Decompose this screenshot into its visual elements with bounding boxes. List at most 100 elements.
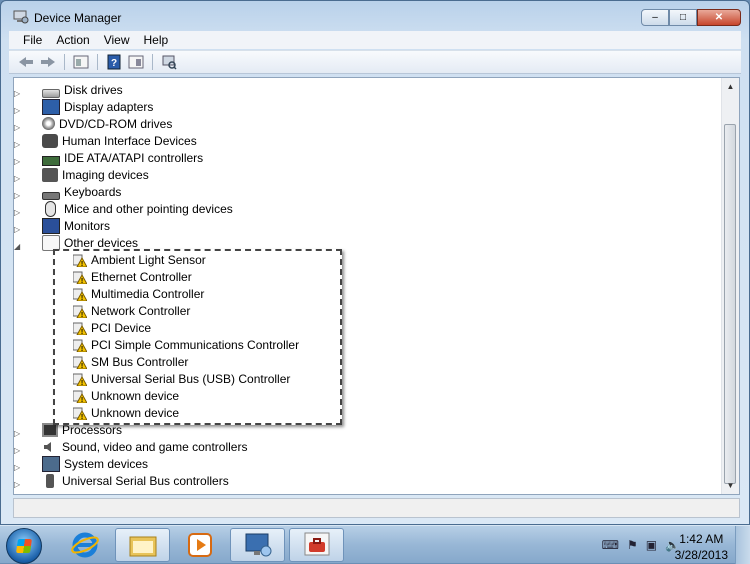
scroll-up-arrow-icon[interactable]: ▲	[722, 78, 739, 95]
expand-chevron-icon[interactable]: ▷	[14, 225, 22, 234]
processor-icon	[42, 422, 58, 437]
start-button[interactable]	[6, 528, 42, 564]
tree-item-sound-controllers[interactable]: ▷ Sound, video and game controllers	[14, 438, 247, 456]
tree-item-monitors[interactable]: ▷ Monitors	[14, 217, 110, 234]
caption-buttons: – □ ✕	[641, 9, 741, 26]
svg-text:!: !	[81, 295, 83, 301]
remote-desktop-icon[interactable]	[230, 528, 285, 562]
toolbox-icon[interactable]	[289, 528, 344, 562]
tree-child-device[interactable]: ! Unknown device	[73, 404, 179, 421]
ide-controller-icon	[42, 155, 60, 166]
taskbar-clock[interactable]: 1:42 AM 3/28/2013	[675, 531, 728, 563]
windows-logo-icon	[16, 539, 32, 553]
tree-item-label: Display adapters	[64, 99, 154, 114]
tree-item-dvd-drives[interactable]: ▷ DVD/CD-ROM drives	[14, 115, 173, 133]
tree-item-label: Mice and other pointing devices	[64, 201, 233, 216]
scrollbar-thumb[interactable]	[724, 124, 736, 484]
toolbar-separator	[97, 54, 98, 70]
tree-item-processors[interactable]: ▷ Processors	[14, 421, 122, 438]
network-icon[interactable]: ▣	[646, 538, 657, 552]
device-tree: ▷ Disk drives ▷ Display adapters ▷ DVD/C…	[14, 78, 724, 494]
menu-file[interactable]: File	[9, 33, 50, 47]
svg-text:!: !	[81, 363, 83, 369]
svg-text:!: !	[81, 380, 83, 386]
svg-text:!: !	[81, 261, 83, 267]
tree-item-keyboards[interactable]: ▷ Keyboards	[14, 183, 121, 201]
warning-device-icon: !	[73, 254, 87, 267]
internet-explorer-icon[interactable]	[57, 528, 112, 562]
expand-chevron-icon[interactable]: ▷	[14, 191, 22, 200]
explorer-icon[interactable]	[115, 528, 170, 562]
scan-hardware-icon[interactable]	[160, 53, 178, 71]
tree-child-device[interactable]: ! Ethernet Controller	[73, 268, 192, 285]
tree-item-label: Ambient Light Sensor	[91, 252, 206, 267]
tree-item-usb-controllers[interactable]: ▷ Universal Serial Bus controllers	[14, 472, 229, 489]
device-manager-window: Device Manager – □ ✕ File Action View He…	[0, 0, 750, 525]
collapse-chevron-icon[interactable]: ◢	[14, 242, 22, 251]
tree-item-imaging-devices[interactable]: ▷ Imaging devices	[14, 166, 149, 183]
tree-item-label: PCI Simple Communications Controller	[91, 337, 300, 352]
help-icon[interactable]: ?	[105, 53, 123, 71]
svg-text:!: !	[81, 312, 83, 318]
expand-chevron-icon[interactable]: ▷	[14, 446, 22, 455]
tree-child-device[interactable]: ! Universal Serial Bus (USB) Controller	[73, 370, 290, 387]
clock-time: 1:42 AM	[679, 532, 724, 546]
tree-item-label: Network Controller	[91, 303, 191, 318]
tree-item-label: Universal Serial Bus (USB) Controller	[91, 371, 291, 386]
tree-item-other-devices[interactable]: ◢ Other devices	[14, 234, 138, 251]
taskbar: ⌨ ⚑ ▣ 🔈 1:42 AM 3/28/2013	[0, 525, 750, 564]
minimize-button[interactable]: –	[641, 9, 669, 26]
tree-item-disk-drives[interactable]: ▷ Disk drives	[14, 81, 123, 98]
warning-device-icon: !	[73, 305, 87, 318]
window-title: Device Manager	[34, 11, 122, 25]
tree-item-display-adapters[interactable]: ▷ Display adapters	[14, 98, 154, 115]
back-arrow-icon[interactable]	[17, 53, 35, 71]
maximize-button[interactable]: □	[669, 9, 697, 26]
tree-child-device[interactable]: ! Multimedia Controller	[73, 285, 204, 302]
tree-item-hid[interactable]: ▷ Human Interface Devices	[14, 132, 197, 149]
scroll-down-arrow-icon[interactable]: ▼	[722, 477, 739, 494]
tree-child-device[interactable]: ! SM Bus Controller	[73, 353, 188, 370]
expand-chevron-icon[interactable]: ▷	[14, 140, 22, 149]
expand-chevron-icon[interactable]: ▷	[14, 463, 22, 472]
tree-item-label: Imaging devices	[62, 167, 149, 182]
menu-help[interactable]: Help	[138, 33, 177, 47]
close-button[interactable]: ✕	[697, 9, 741, 26]
warning-device-icon: !	[73, 288, 87, 301]
dvd-drive-icon	[42, 117, 55, 130]
resources-icon[interactable]	[127, 53, 145, 71]
menu-view[interactable]: View	[98, 33, 138, 47]
show-desktop-button[interactable]	[735, 526, 750, 564]
toolbar-separator	[152, 54, 153, 70]
toolbar-separator	[64, 54, 65, 70]
tree-item-label: Multimedia Controller	[91, 286, 205, 301]
vertical-scrollbar[interactable]: ▲ ▼	[721, 78, 739, 494]
tree-child-device[interactable]: ! PCI Simple Communications Controller	[73, 336, 299, 353]
expand-chevron-icon[interactable]: ▷	[14, 480, 22, 489]
tree-item-system-devices[interactable]: ▷ System devices	[14, 455, 148, 472]
expand-chevron-icon[interactable]: ▷	[14, 429, 22, 438]
expand-chevron-icon[interactable]: ▷	[14, 89, 22, 98]
expand-chevron-icon[interactable]: ▷	[14, 208, 22, 217]
action-center-flag-icon[interactable]: ⚑	[627, 538, 638, 552]
title-bar[interactable]: Device Manager – □ ✕	[1, 1, 749, 31]
tree-child-device[interactable]: ! PCI Device	[73, 319, 151, 336]
warning-device-icon: !	[73, 373, 87, 386]
expand-chevron-icon[interactable]: ▷	[14, 123, 22, 132]
media-player-icon[interactable]	[172, 528, 227, 562]
tree-child-device[interactable]: ! Unknown device	[73, 387, 179, 404]
forward-arrow-icon[interactable]	[39, 53, 57, 71]
tree-item-label: IDE ATA/ATAPI controllers	[64, 150, 204, 165]
menu-action[interactable]: Action	[50, 33, 97, 47]
tree-child-device[interactable]: ! Ambient Light Sensor	[73, 251, 206, 268]
expand-chevron-icon[interactable]: ▷	[14, 174, 22, 183]
tree-item-label: PCI Device	[91, 320, 152, 335]
tree-item-ide-controllers[interactable]: ▷ IDE ATA/ATAPI controllers	[14, 149, 204, 167]
properties-icon[interactable]	[72, 53, 90, 71]
expand-chevron-icon[interactable]: ▷	[14, 157, 22, 166]
expand-chevron-icon[interactable]: ▷	[14, 106, 22, 115]
keyboard-tray-icon[interactable]: ⌨	[602, 538, 619, 552]
tree-child-device[interactable]: ! Network Controller	[73, 302, 190, 319]
tree-item-label: DVD/CD-ROM drives	[59, 116, 173, 131]
tree-item-mice[interactable]: ▷ Mice and other pointing devices	[14, 200, 233, 217]
